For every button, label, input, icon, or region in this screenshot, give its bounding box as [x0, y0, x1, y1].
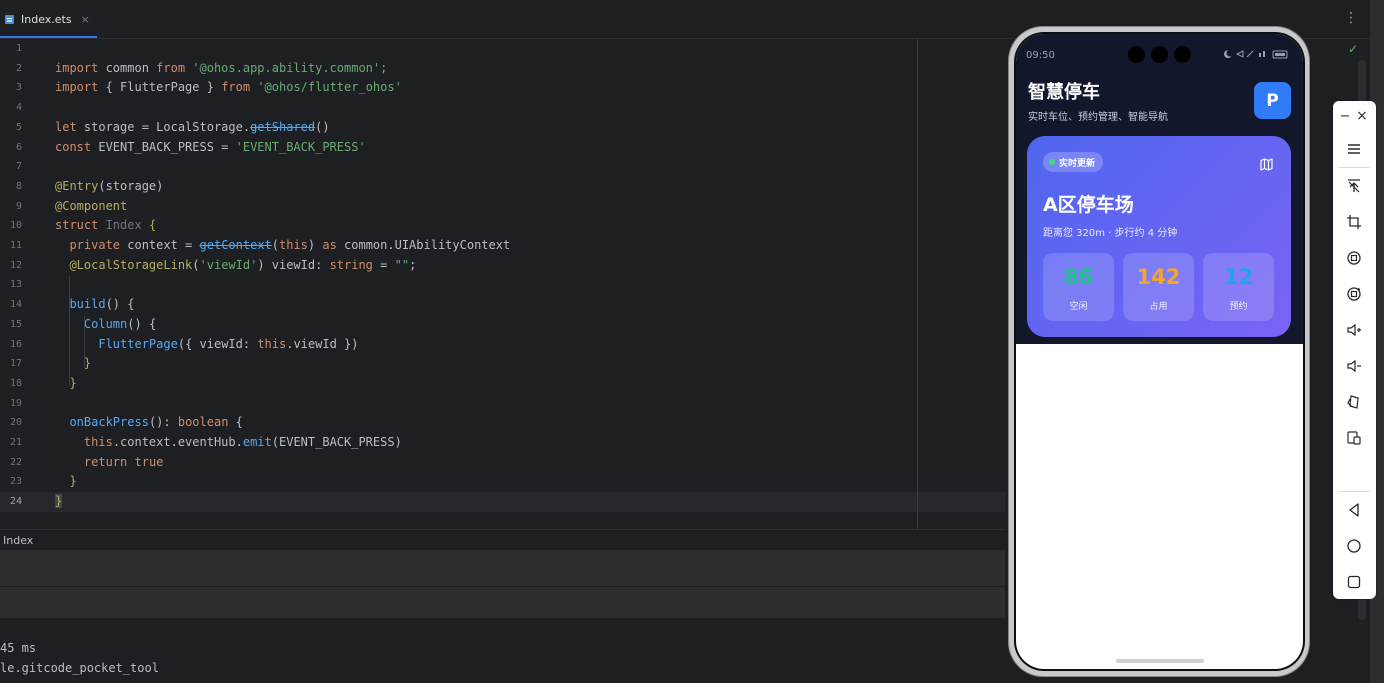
stat-reserved[interactable]: 12 预约 — [1203, 253, 1274, 321]
fold-icon[interactable] — [1343, 391, 1365, 413]
stat-occupied[interactable]: 142 占用 — [1123, 253, 1194, 321]
code-line: 22 return true — [9, 454, 164, 469]
run-console: 45 ms le.gitcode_pocket_tool — [0, 618, 1010, 683]
code-line: 18 } — [9, 375, 77, 390]
console-line: 45 ms — [0, 641, 37, 655]
camera-icon — [1128, 46, 1145, 63]
code-line: 20 onBackPress(): boolean { — [9, 415, 243, 430]
console-line: le.gitcode_pocket_tool — [0, 661, 159, 675]
recents-nav-icon[interactable] — [1343, 571, 1365, 593]
bottom-panel-header — [0, 550, 1010, 586]
code-line: 10 struct Index { — [9, 218, 157, 233]
home-nav-icon[interactable] — [1343, 535, 1365, 557]
back-nav-icon[interactable] — [1343, 499, 1365, 521]
crop-screenshot-icon[interactable] — [1343, 211, 1365, 233]
lot-distance: 距离您 320m · 步行约 4 分钟 — [1043, 228, 1178, 239]
code-line: 3 import { FlutterPage } from '@ohos/flut… — [15, 80, 402, 95]
current-code-line: 24} — [0, 492, 1005, 512]
camera-icon — [1151, 46, 1168, 63]
parking-lot-card[interactable]: 实时更新 A区停车场 距离您 320m · 步行约 4 分钟 86 空闲 142… — [1027, 136, 1291, 337]
status-time: 09:50 — [1026, 50, 1055, 61]
code-line: 14 build() { — [9, 297, 135, 312]
stat-label: 预约 — [1229, 302, 1248, 312]
badge-label: 实时更新 — [1059, 158, 1096, 169]
volume-up-icon[interactable] — [1343, 319, 1365, 341]
tab-label: Index.ets — [21, 12, 72, 26]
code-line: 15 Column() { — [9, 316, 157, 331]
right-margin-guide — [917, 39, 918, 529]
emulator-toolbar: − × — [1333, 101, 1376, 599]
rotate-left-icon[interactable] — [1343, 247, 1365, 269]
ets-file-icon — [4, 13, 16, 25]
toolbar-divider — [1339, 167, 1370, 168]
app-title: 智慧停车 — [1028, 82, 1100, 103]
code-line: 13 — [9, 279, 22, 291]
close-icon[interactable]: × — [1354, 105, 1370, 127]
bottom-panel-toolbar — [0, 587, 1010, 618]
code-line: 1 — [15, 43, 22, 54]
camera-icon — [1174, 46, 1191, 63]
volume-down-icon[interactable] — [1343, 355, 1365, 377]
status-icons — [1223, 49, 1291, 62]
live-update-badge: 实时更新 — [1043, 152, 1104, 172]
tab-index-ets[interactable]: Index.ets × — [0, 0, 97, 38]
code-line: 7 — [15, 161, 22, 173]
stat-value: 86 — [1063, 265, 1094, 289]
pin-top-icon[interactable] — [1343, 175, 1365, 197]
active-tab-indicator — [0, 36, 97, 38]
emulator-screen[interactable]: 09:50 智慧停车 实时车位、预约管理、智能导航 P 实时更新 A区停车场 距… — [1016, 34, 1303, 669]
code-line: 2 import common from '@ohos.app.ability.c… — [15, 60, 388, 75]
code-line: 21 this.context.eventHub.emit(EVENT_BACK… — [9, 435, 402, 449]
stat-free[interactable]: 86 空闲 — [1043, 253, 1114, 321]
code-line: 16 FlutterPage({ viewId: this.viewId }) — [9, 336, 359, 351]
code-line: 17 } — [9, 356, 92, 371]
code-line: 8 @Entry(storage) — [15, 178, 164, 193]
code-line: 4 — [15, 102, 22, 114]
rotate-right-icon[interactable] — [1343, 283, 1365, 305]
lot-name: A区停车场 — [1043, 194, 1134, 216]
indent-guide — [84, 316, 85, 368]
code-line: 19 — [9, 397, 22, 409]
indent-guide — [69, 276, 70, 386]
stat-value: 12 — [1223, 265, 1254, 289]
status-bar: 09:50 — [1016, 34, 1303, 74]
stat-label: 占用 — [1149, 302, 1168, 312]
stat-label: 空闲 — [1069, 302, 1088, 312]
emulator-bezel: 09:50 智慧停车 实时车位、预约管理、智能导航 P 实时更新 A区停车场 距… — [1014, 32, 1305, 671]
no-problems-check-icon[interactable]: ✓ — [1348, 42, 1358, 56]
code-line: 11 private context = getContext(this) as… — [9, 238, 511, 252]
code-line: 6 const EVENT_BACK_PRESS = 'EVENT_BACK_PR… — [15, 139, 366, 154]
avatar[interactable]: P — [1254, 82, 1291, 119]
map-icon[interactable] — [1260, 156, 1273, 171]
stat-value: 142 — [1136, 265, 1181, 289]
app-subtitle: 实时车位、预约管理、智能导航 — [1028, 112, 1168, 123]
toolbar-divider — [1339, 491, 1370, 492]
live-dot-icon — [1049, 159, 1055, 165]
code-line: 23 } — [9, 474, 77, 489]
home-indicator[interactable] — [1116, 659, 1204, 663]
close-icon[interactable]: × — [81, 13, 90, 26]
multi-device-icon[interactable] — [1343, 427, 1365, 449]
breadcrumb[interactable]: Index — [0, 529, 1010, 550]
code-line: 9 @Component — [15, 198, 128, 213]
more-options-icon[interactable]: ⋮ — [1344, 11, 1358, 25]
code-line: 5 let storage = LocalStorage.getShared() — [15, 119, 330, 134]
code-line: 12 @LocalStorageLink('viewId') viewId: s… — [9, 257, 417, 272]
menu-icon[interactable] — [1343, 138, 1365, 160]
code-editor[interactable]: 1 2 import common from '@ohos.app.ability… — [0, 39, 1005, 529]
minimize-icon[interactable]: − — [1337, 105, 1353, 127]
